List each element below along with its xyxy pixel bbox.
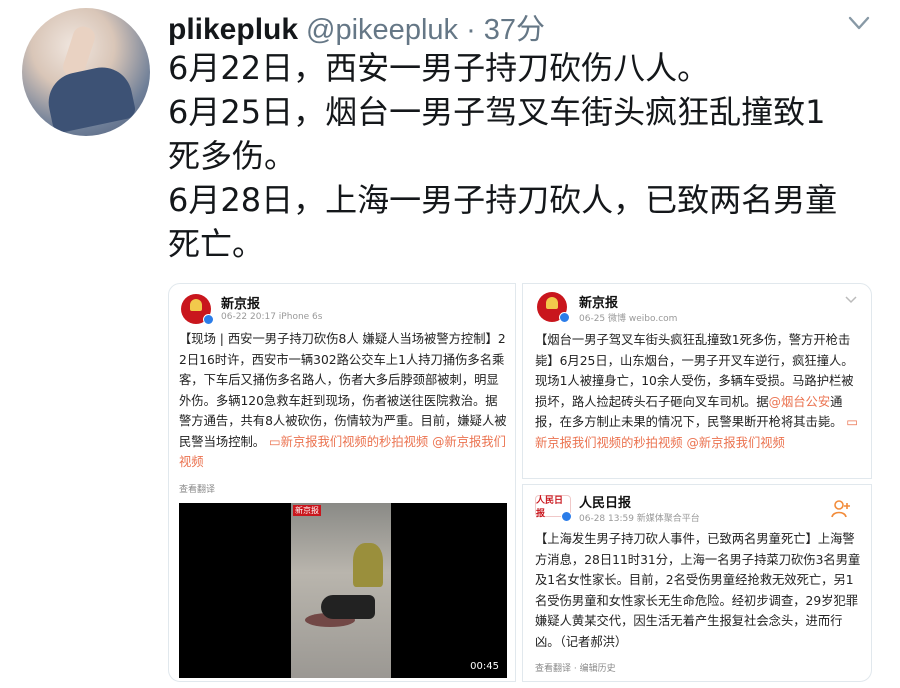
weibo-source-name: 人民日报 — [579, 496, 632, 511]
video-flower-pot — [353, 543, 383, 587]
display-name[interactable]: plikepluk — [168, 13, 298, 47]
chevron-down-icon — [845, 296, 857, 304]
translate-label: 查看翻译 — [535, 664, 572, 674]
video-thumbnail: 新京报 00:45 — [179, 503, 507, 678]
tweet-header: plikepluk @pikeepluk · 37分 — [168, 6, 545, 46]
chevron-down-icon[interactable] — [848, 14, 870, 32]
weibo-post-text: 【现场 | 西安一男子持刀砍伤8人 嫌疑人当场被警方控制】22日16时许，西安市… — [179, 329, 509, 473]
video-person — [321, 595, 375, 619]
video-icon: ▭ — [846, 415, 858, 429]
user-avatar[interactable] — [22, 8, 150, 136]
weibo-post-body: 【上海发生男子持刀砍人事件，已致两名男童死亡】上海警方消息，28日11时31分，… — [535, 532, 861, 649]
translate-link: 查看翻译 · 编辑历史 — [535, 664, 616, 674]
media-image-right-top[interactable]: 新京报 06-25 微博 weibo.com 【烟台一男子驾叉车街头疯狂乱撞致1… — [522, 283, 872, 479]
tweet-line: 死多伤。 — [168, 137, 297, 175]
add-follow-icon — [831, 500, 850, 518]
video-icon: ▭ — [269, 434, 281, 449]
tweet-line: 死亡。 — [168, 225, 265, 263]
video-watermark: 新京报 — [293, 505, 321, 516]
media-image-right-bottom[interactable]: 人民日报 人民日报 06-28 13:59 新媒体聚合平台 【上海发生男子持刀砍… — [522, 484, 872, 682]
weibo-source-name: 新京报 — [221, 297, 261, 312]
video-frame: 新京报 — [291, 503, 391, 678]
tweet-line: 6月25日，烟台一男子驾叉车街头疯狂乱撞致1 — [168, 93, 826, 131]
weibo-meta: 06-22 20:17 iPhone 6s — [221, 312, 323, 322]
tweet-text: 6月22日，西安一男子持刀砍伤八人。 6月25日，烟台一男子驾叉车街头疯狂乱撞致… — [168, 46, 868, 266]
weibo-post-body: 【现场 | 西安一男子持刀砍伤8人 嫌疑人当场被警方控制】22日16时许，西安市… — [179, 332, 507, 449]
handle-and-time[interactable]: @pikeepluk · 37分 — [306, 6, 545, 48]
video-duration: 00:45 — [470, 661, 499, 672]
weibo-video-link: 新京报我们视频的秒拍视频 @新京报我们视频 — [535, 435, 785, 450]
verified-badge-icon — [561, 511, 572, 522]
tweet-line: 6月22日，西安一男子持刀砍伤八人。 — [168, 49, 710, 87]
tweet-line: 6月28日，上海一男子持刀砍人，已致两名男童 — [168, 181, 838, 219]
verified-badge-icon — [203, 314, 214, 325]
translate-link: 查看翻译 — [179, 485, 216, 495]
avatar-legs — [43, 61, 137, 135]
media-image-left[interactable]: 新京报 06-22 20:17 iPhone 6s 【现场 | 西安一男子持刀砍… — [168, 283, 516, 682]
weibo-post-text: 【烟台一男子驾叉车街头疯狂乱撞致1死多伤，警方开枪击毙】6月25日，山东烟台，一… — [535, 330, 865, 453]
weibo-mention-link: @烟台公安 — [768, 394, 831, 409]
weibo-source-name: 新京报 — [579, 296, 619, 311]
weibo-post-text: 【上海发生男子持刀砍人事件，已致两名男童死亡】上海警方消息，28日11时31分，… — [535, 529, 865, 652]
weibo-meta: 06-25 微博 weibo.com — [579, 314, 678, 324]
edit-history-label: 编辑历史 — [579, 664, 616, 674]
weibo-meta: 06-28 13:59 新媒体聚合平台 — [579, 514, 700, 524]
verified-badge-icon — [559, 312, 570, 323]
